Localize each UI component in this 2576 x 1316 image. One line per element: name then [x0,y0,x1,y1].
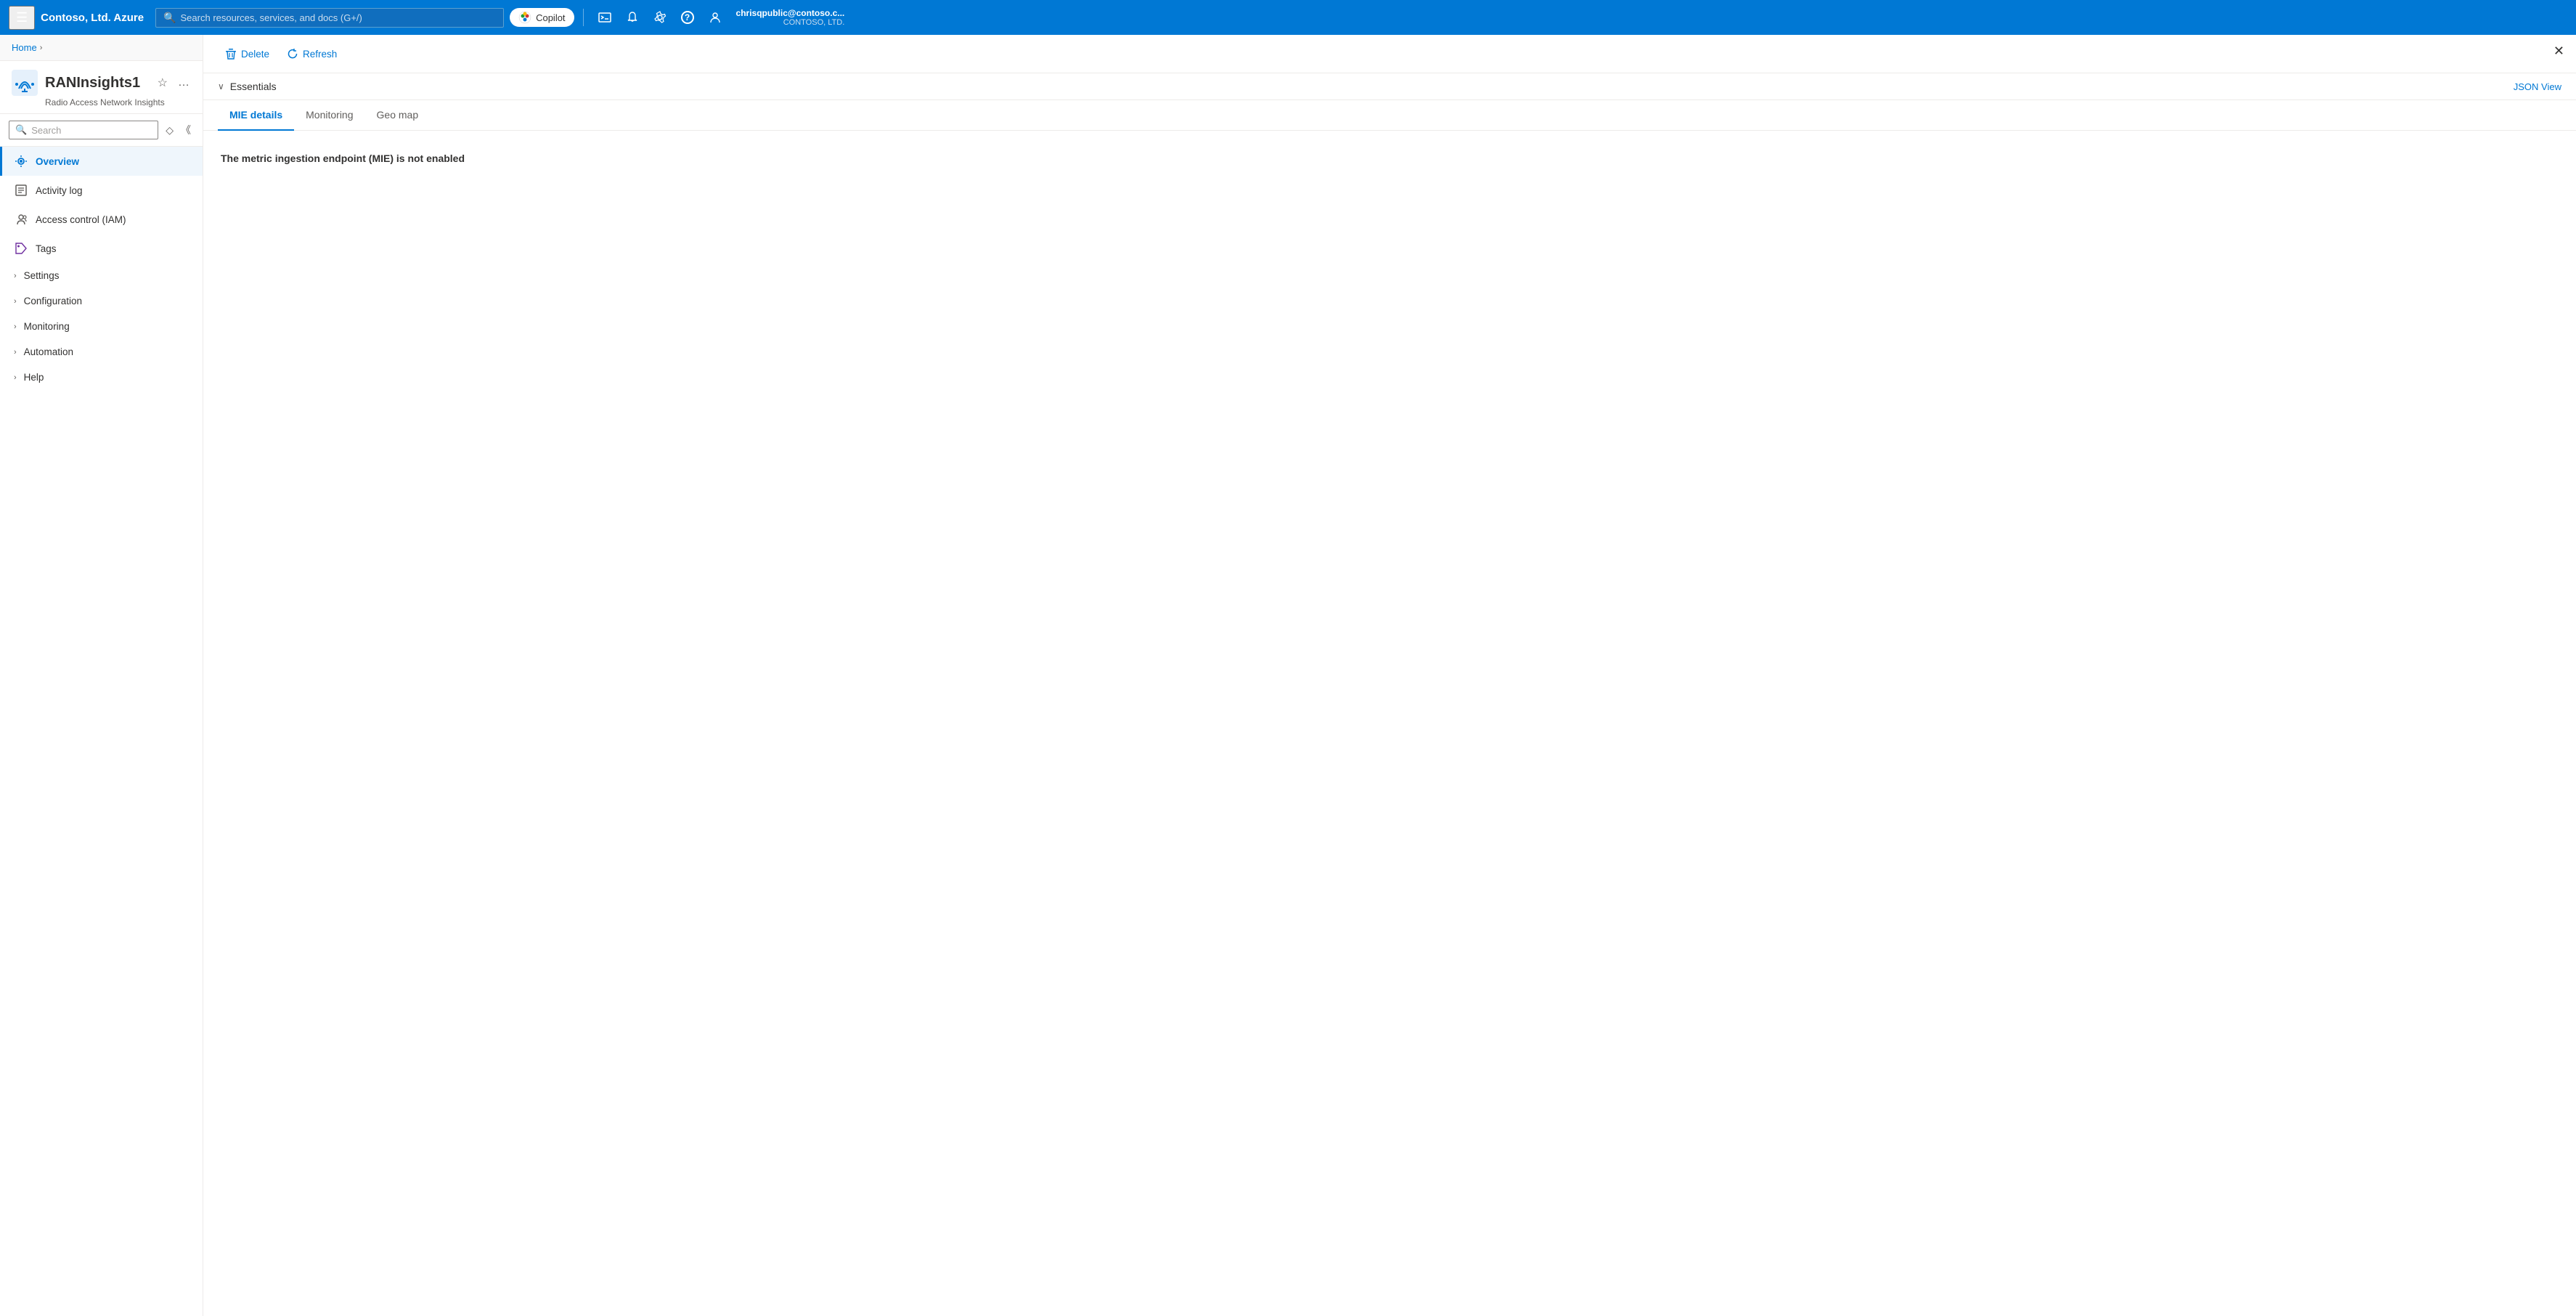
sidebar-item-tags[interactable]: Tags [0,234,203,263]
user-account[interactable]: chrisqpublic@contoso.c... CONTOSO, LTD. [736,8,845,27]
tags-label: Tags [36,243,191,254]
settings-label: Settings [24,270,191,281]
breadcrumb-chevron: › [40,44,43,52]
global-search-box: 🔍 [155,8,504,28]
search-icon: 🔍 [163,12,176,24]
search-icon: 🔍 [15,124,27,136]
resource-header: RANInsights1 ☆ … Radio Access Network In… [0,61,203,114]
automation-chevron: › [14,348,17,357]
content-body: The metric ingestion endpoint (MIE) is n… [203,131,2576,1316]
bell-icon [626,11,639,24]
user-org: CONTOSO, LTD. [736,18,845,27]
filter-button[interactable]: ◇ [163,120,176,140]
sidebar-item-activity-log[interactable]: Activity log [0,176,203,205]
delete-icon [225,48,237,60]
sidebar-item-automation[interactable]: › Automation [0,339,203,365]
json-view-link[interactable]: JSON View [2514,81,2561,92]
delete-label: Delete [241,49,269,60]
refresh-label: Refresh [303,49,337,60]
content-area: ✕ Delete Refresh [203,35,2576,1316]
toolbar: Delete Refresh [203,35,2576,73]
help-label: Help [24,372,191,383]
user-name: chrisqpublic@contoso.c... [736,8,845,18]
home-link[interactable]: Home [12,42,37,53]
top-navigation: ☰ Contoso, Ltd. Azure 🔍 Copilot [0,0,2576,35]
settings-button[interactable] [648,7,672,28]
essentials-left: ∨ Essentials [218,81,277,92]
essentials-label: Essentials [230,81,277,92]
resource-subtitle: Radio Access Network Insights [45,97,191,107]
activity-log-label: Activity log [36,185,191,196]
sidebar-action-buttons: ◇ 《 [163,120,194,140]
notifications-button[interactable] [620,7,645,28]
tab-monitoring[interactable]: Monitoring [294,100,364,131]
more-options-button[interactable]: … [176,75,191,91]
favorite-star-button[interactable]: ☆ [156,74,169,92]
terminal-icon [598,11,611,24]
tab-geo-map[interactable]: Geo map [365,100,431,131]
configuration-label: Configuration [24,296,191,306]
global-search-input[interactable] [181,12,497,23]
sidebar-item-settings[interactable]: › Settings [0,263,203,288]
cloud-shell-button[interactable] [592,7,617,28]
overview-label: Overview [36,156,191,167]
resource-name: RANInsights1 [45,75,149,92]
refresh-button[interactable]: Refresh [280,44,344,64]
collapse-button[interactable]: 《 [178,120,194,140]
ran-insights-icon [12,70,38,96]
overview-icon [14,154,28,168]
refresh-icon [287,48,298,60]
sidebar-search-box: 🔍 [9,121,158,139]
activity-log-icon [14,183,28,198]
gear-icon [653,11,667,24]
sidebar-item-configuration[interactable]: › Configuration [0,288,203,314]
essentials-bar: ∨ Essentials JSON View [203,73,2576,100]
sidebar-search-input[interactable] [31,125,152,136]
access-control-label: Access control (IAM) [36,214,191,225]
person-icon [709,11,722,24]
configuration-chevron: › [14,297,17,306]
sidebar-item-monitoring[interactable]: › Monitoring [0,314,203,339]
help-chevron: › [14,373,17,382]
content-tabs: MIE details Monitoring Geo map [203,100,2576,131]
main-container: Home › [0,35,2576,1316]
access-control-icon [14,212,28,227]
breadcrumb: Home › [0,35,203,61]
close-button[interactable]: ✕ [2553,44,2564,59]
monitoring-chevron: › [14,322,17,331]
settings-chevron: › [14,272,17,280]
sidebar-item-help[interactable]: › Help [0,365,203,390]
monitoring-label: Monitoring [24,321,191,332]
help-button[interactable]: ? [675,7,700,28]
mie-disabled-message: The metric ingestion endpoint (MIE) is n… [221,153,2559,164]
tags-icon [14,241,28,256]
sidebar-nav: Overview Activity log [0,147,203,390]
copilot-icon [518,11,531,24]
feedback-button[interactable] [703,7,727,28]
nav-divider [583,9,584,26]
sidebar-item-access-control[interactable]: Access control (IAM) [0,205,203,234]
portal-title: Contoso, Ltd. Azure [41,12,144,24]
hamburger-menu-button[interactable]: ☰ [9,6,35,30]
copilot-label: Copilot [536,12,565,23]
sidebar-search-area: 🔍 ◇ 《 [0,114,203,147]
delete-button[interactable]: Delete [218,44,277,64]
top-nav-icon-group: ? [592,7,727,28]
copilot-button[interactable]: Copilot [510,8,574,27]
sidebar-item-overview[interactable]: Overview [0,147,203,176]
automation-label: Automation [24,346,191,357]
sidebar: Home › [0,35,203,1316]
tab-mie-details[interactable]: MIE details [218,100,294,131]
resource-icon [12,70,38,96]
question-icon: ? [681,11,694,24]
essentials-chevron: ∨ [218,81,224,92]
